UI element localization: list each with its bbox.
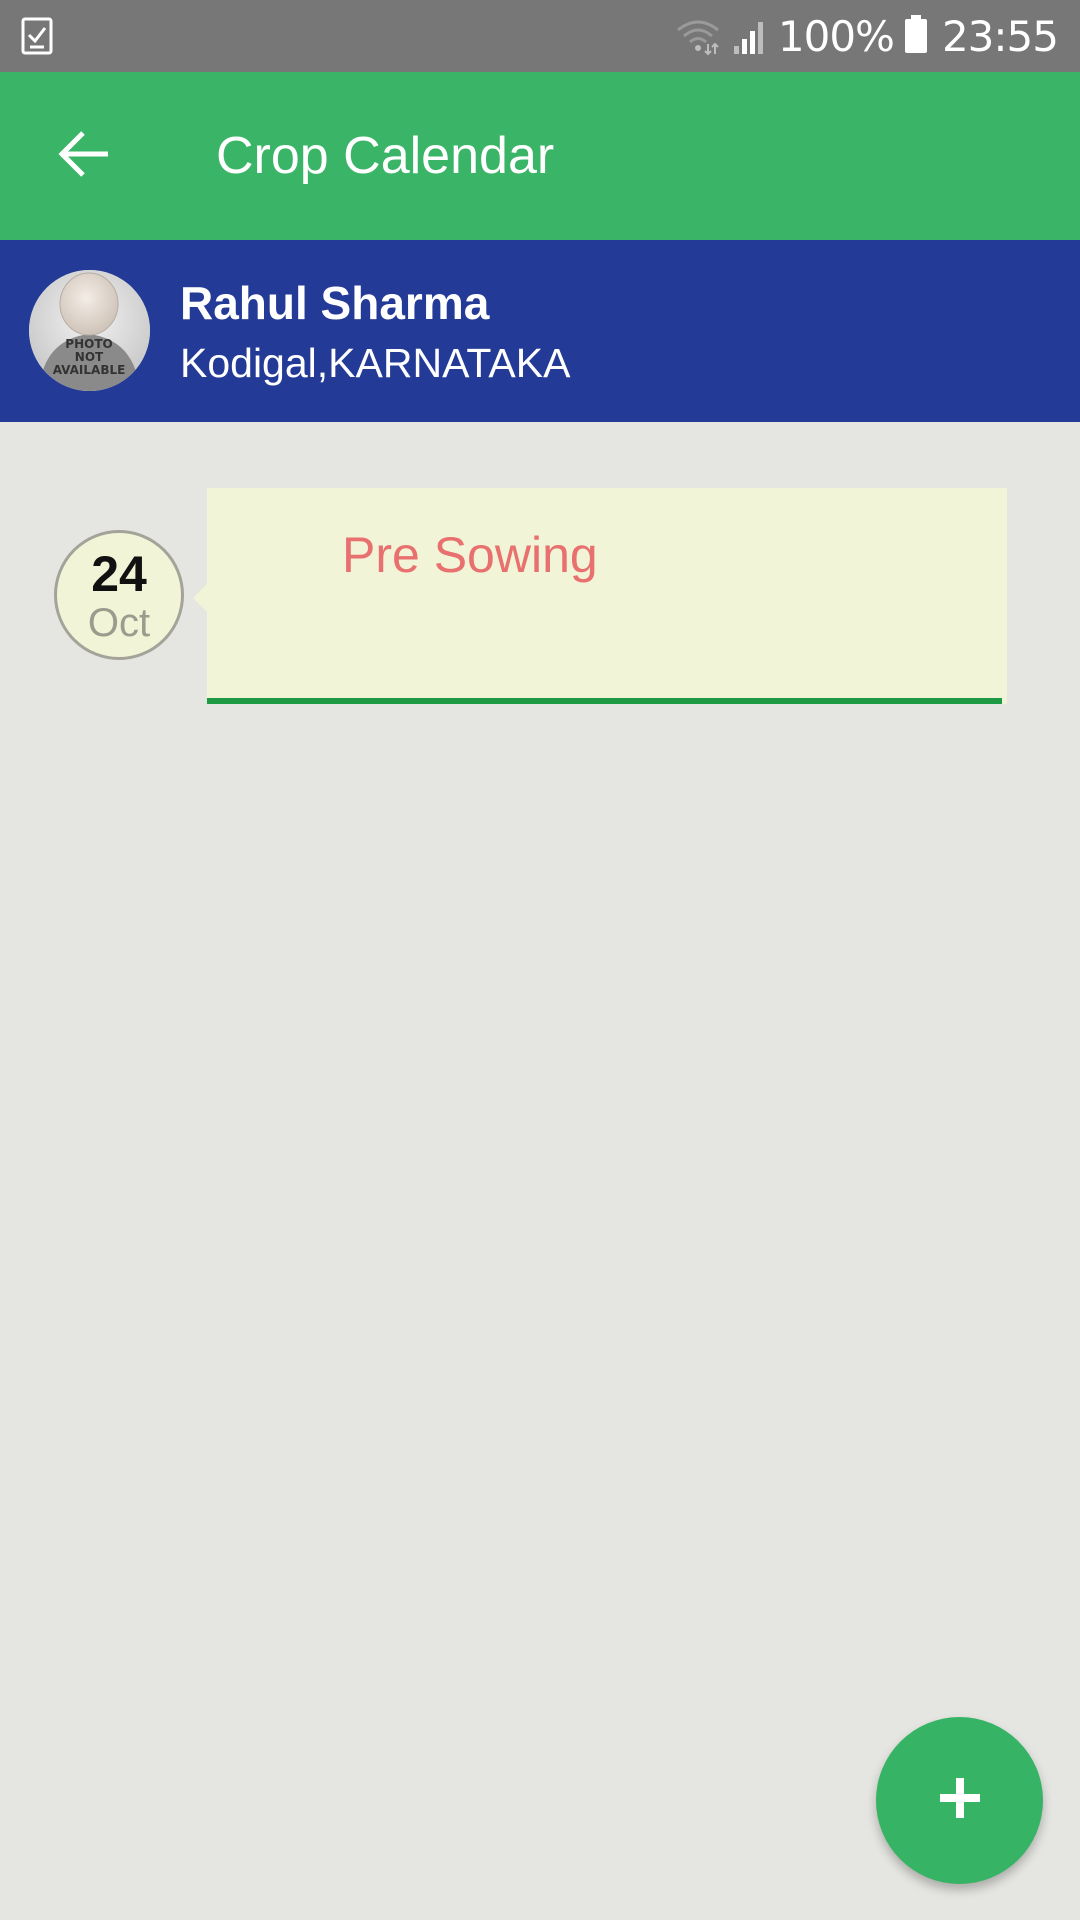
avatar-placeholder-label: AVAILABLE <box>53 363 126 377</box>
farmer-location: Kodigal,KARNATAKA <box>180 340 571 386</box>
battery-icon <box>904 14 928 59</box>
page-title: Crop Calendar <box>216 127 555 185</box>
arrow-back-icon <box>56 129 112 184</box>
task-check-icon <box>20 16 56 56</box>
wifi-icon <box>674 16 722 56</box>
avatar-placeholder-label: NOT <box>75 350 104 364</box>
date-month: Oct <box>87 601 151 645</box>
avatar: PHOTO NOT AVAILABLE <box>29 270 150 391</box>
back-button[interactable] <box>42 118 126 194</box>
farmer-profile-header: PHOTO NOT AVAILABLE Rahul Sharma Kodigal… <box>0 240 1080 422</box>
timeline-item: 24 Oct Pre Sowing <box>0 488 1080 708</box>
farmer-name: Rahul Sharma <box>180 277 490 329</box>
card-underline <box>207 698 1002 704</box>
crop-stage-title: Pre Sowing <box>342 527 598 583</box>
status-bar: 100% 23:55 <box>0 0 1080 72</box>
date-day: 24 <box>91 546 147 602</box>
status-indicators: 100% 23:55 <box>674 0 1059 72</box>
date-bubble: 24 Oct <box>54 530 184 660</box>
clock-time: 23:55 <box>941 11 1059 61</box>
battery-percent: 100% <box>777 11 895 61</box>
app-bar: Crop Calendar <box>0 72 1080 240</box>
avatar-placeholder-label: PHOTO <box>65 337 112 351</box>
plus-icon <box>938 1776 982 1825</box>
cell-signal-icon <box>732 16 768 56</box>
crop-stage-card[interactable]: Pre Sowing <box>193 488 1007 704</box>
add-event-button[interactable] <box>876 1717 1043 1884</box>
